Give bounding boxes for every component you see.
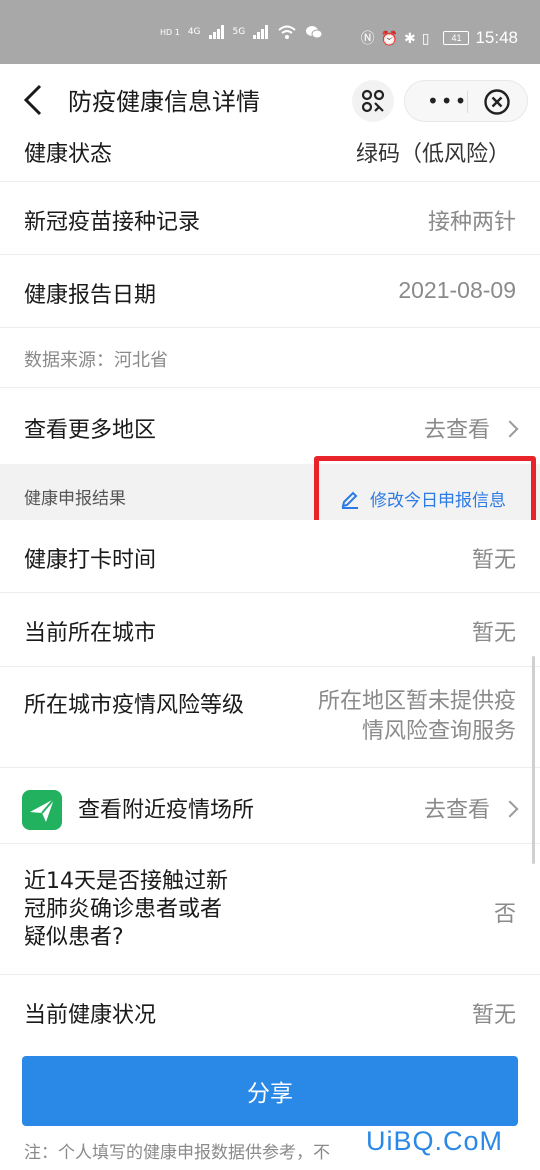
checkin-time-label: 健康打卡时间 (24, 548, 157, 573)
more-regions-row[interactable]: 查看更多地区 去查看 (0, 388, 540, 464)
current-health-value: 暂无 (471, 1003, 516, 1028)
vaccine-row: 新冠疫苗接种记录 接种两针 (0, 182, 540, 255)
more-regions-label: 查看更多地区 (24, 418, 157, 443)
share-button[interactable]: 分享 (22, 1056, 518, 1126)
current-health-label: 当前健康状况 (24, 1003, 157, 1028)
contact-14d-label-line1: 近14天是否接触过新 (24, 869, 228, 894)
scrollbar[interactable] (532, 656, 535, 864)
footnote: 注：个人填写的健康申报数据供参考，不 (24, 1143, 330, 1163)
page-title: 防疫健康信息详情 (68, 88, 260, 116)
report-date-value: 2021-08-09 (398, 277, 516, 303)
report-date-label: 健康报告日期 (24, 283, 157, 308)
nearby-places-row[interactable]: 查看附近疫情场所 去查看 (0, 768, 540, 844)
risk-level-value-line1: 所在地区暂未提供疫 (317, 689, 516, 714)
back-arrow-icon[interactable] (20, 82, 48, 118)
signal-4g: 4G (187, 27, 201, 37)
risk-level-label: 所在城市疫情风险等级 (24, 693, 245, 718)
battery-icon: 41 (443, 31, 470, 45)
risk-level-row: 所在城市疫情风险等级 所在地区暂未提供疫 情风险查询服务 (0, 667, 540, 768)
wifi-icon (278, 25, 296, 39)
hd-badge: HD 1 (160, 27, 180, 37)
nfc-icon: Ⓝ (360, 30, 375, 46)
vibrate-icon: ▯ (421, 29, 430, 46)
signal-5g: 5G (232, 27, 246, 37)
health-status-row: 健康状态 绿码（低风险） (0, 136, 540, 182)
scan-icon (361, 89, 385, 113)
more-regions-link[interactable]: 去查看 (423, 412, 519, 444)
contact-14d-label-line3: 疑似患者? (24, 925, 124, 950)
risk-level-value-line2: 情风险查询服务 (361, 719, 516, 744)
data-source-text: 数据来源：河北省 (24, 350, 168, 371)
current-city-row: 当前所在城市 暂无 (0, 593, 540, 667)
section-title: 健康申报结果 (24, 489, 126, 509)
vaccine-label: 新冠疫苗接种记录 (24, 210, 201, 235)
bluetooth-icon: ✱ (404, 29, 416, 46)
chevron-right-icon (501, 800, 519, 818)
signal-bars-icon (208, 25, 224, 39)
report-date-row: 健康报告日期 2021-08-09 (0, 255, 540, 328)
alarm-icon: ⏰ (380, 29, 398, 46)
contact-14d-label-line2: 冠肺炎确诊患者或者 (24, 897, 223, 922)
more-regions-value: 去查看 (423, 418, 490, 443)
checkin-time-value: 暂无 (471, 548, 516, 573)
contact-14d-label: 近14天是否接触过新 冠肺炎确诊患者或者 疑似患者? (24, 868, 228, 952)
nearby-places-label: 查看附近疫情场所 (78, 798, 255, 823)
more-icon[interactable]: ••• (427, 89, 468, 113)
risk-level-value: 所在地区暂未提供疫 情风险查询服务 (318, 687, 516, 747)
clock: 15:48 (475, 28, 518, 47)
current-city-value: 暂无 (471, 621, 516, 646)
signal-bars-icon (253, 25, 269, 39)
capsule-divider (467, 91, 468, 113)
health-status-value: 绿码（低风险） (355, 142, 510, 167)
signal-indicators: HD 1 4G 5G (160, 24, 323, 40)
nearby-places-link[interactable]: 去查看 (423, 792, 519, 824)
current-city-label: 当前所在城市 (24, 621, 157, 646)
vaccine-value: 接种两针 (427, 210, 516, 235)
wechat-icon (306, 26, 323, 39)
status-right: Ⓝ ⏰ ✱ ▯ 41 15:48 (361, 28, 518, 48)
contact-14d-row: 近14天是否接触过新 冠肺炎确诊患者或者 疑似患者? 否 (0, 844, 540, 975)
paper-plane-icon (22, 790, 62, 830)
status-bar: HD 1 4G 5G Ⓝ ⏰ ✱ ▯ 41 15:48 (0, 0, 540, 64)
scan-button[interactable] (352, 80, 394, 122)
mini-program-capsule: ••• (404, 80, 528, 122)
nearby-places-value: 去查看 (423, 798, 490, 823)
data-source-row: 数据来源：河北省 (0, 328, 540, 388)
health-status-label: 健康状态 (24, 142, 113, 167)
close-icon[interactable] (483, 88, 511, 116)
watermark: UiBQ.CoM (366, 1126, 504, 1156)
contact-14d-value: 否 (493, 902, 516, 927)
checkin-time-row: 健康打卡时间 暂无 (0, 520, 540, 593)
nav-bar: 防疫健康信息详情 ••• (0, 64, 540, 136)
current-health-row: 当前健康状况 暂无 (0, 975, 540, 1048)
chevron-right-icon (501, 420, 519, 438)
